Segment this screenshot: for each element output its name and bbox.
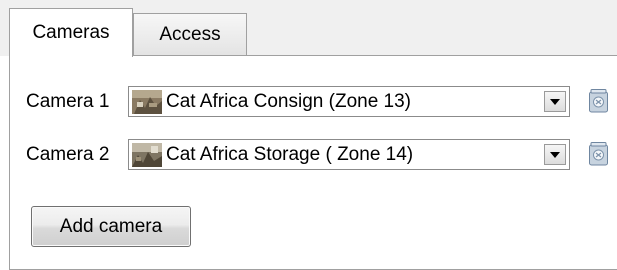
camera-2-label: Camera 2 [26,143,110,165]
camera-2-select[interactable]: Cat Africa Storage ( Zone 14) [128,139,570,170]
add-camera-button[interactable]: Add camera [31,206,191,247]
camera-thumbnail-icon [132,142,162,167]
camera-1-label: Camera 1 [26,90,110,112]
chevron-down-icon [550,98,560,105]
tab-cameras-label: Cameras [32,22,110,43]
chevron-down-icon [550,151,560,158]
camera-row-2: Camera 2 Cat Africa Storage ( Zone 14) [26,139,570,170]
delete-icon[interactable] [588,141,609,167]
delete-icon[interactable] [588,88,609,114]
tab-access[interactable]: Access [133,13,247,56]
camera-1-value: Cat Africa Consign (Zone 13) [166,90,412,112]
camera-row-1: Camera 1 Cat Africa Consign (Zone 13) [26,86,570,117]
camera-1-select[interactable]: Cat Africa Consign (Zone 13) [128,86,570,117]
tab-strip: Cameras Access [0,0,617,57]
camera-thumbnail-icon [132,89,162,114]
camera-2-dropdown-button[interactable] [544,144,566,165]
camera-1-dropdown-button[interactable] [544,91,566,112]
tab-access-label: Access [159,24,221,45]
camera-2-value: Cat Africa Storage ( Zone 14) [166,143,414,165]
tab-cameras[interactable]: Cameras [9,8,133,57]
